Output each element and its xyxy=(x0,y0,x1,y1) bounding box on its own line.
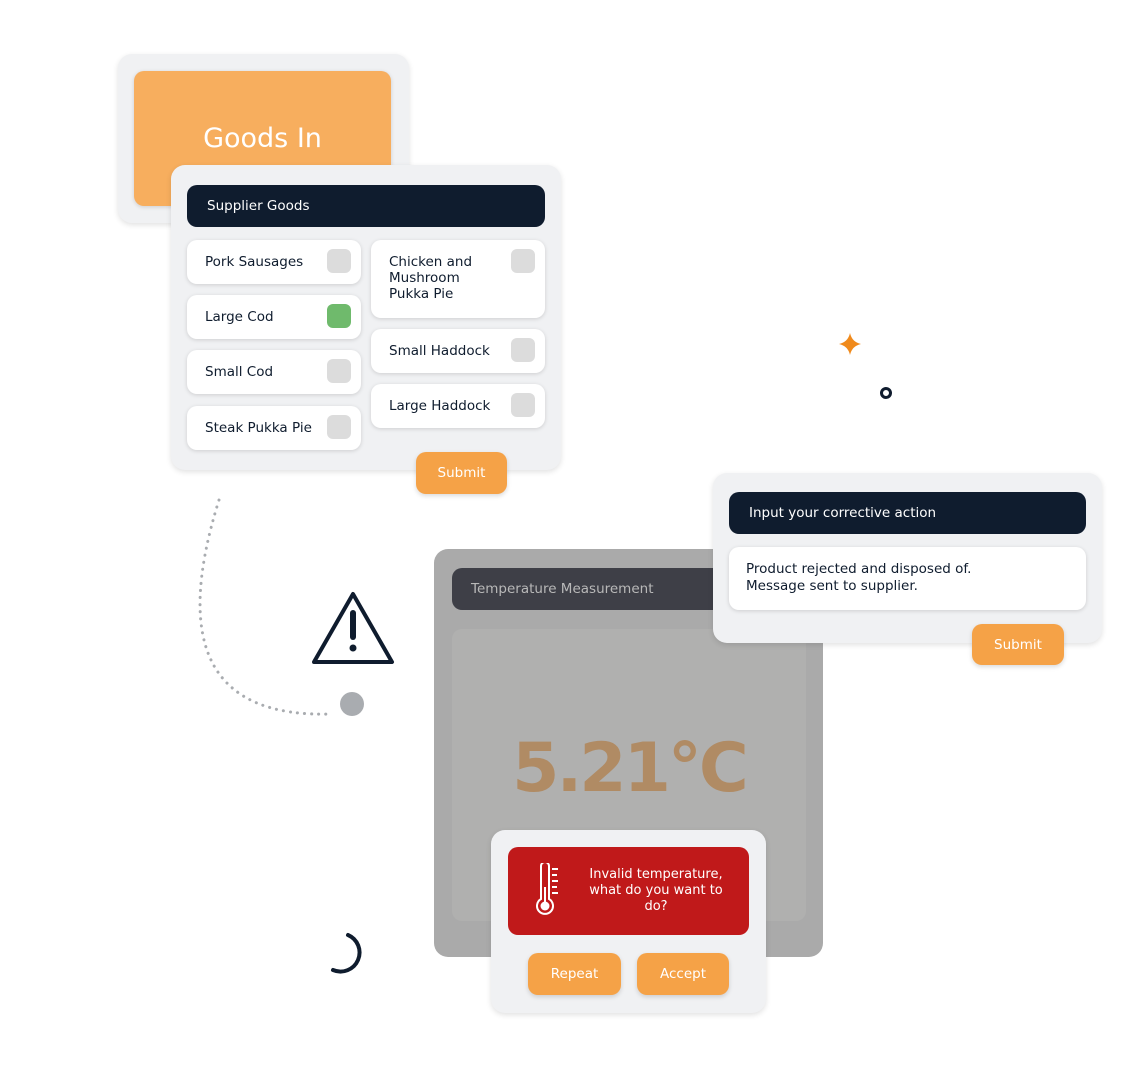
checkbox[interactable] xyxy=(511,393,535,417)
temperature-value: 5.21°C xyxy=(512,729,749,808)
input-line: Product rejected and disposed of. xyxy=(746,561,972,577)
checkbox[interactable] xyxy=(327,415,351,439)
alert-banner: Invalid temperature, what do you want to… xyxy=(508,847,749,935)
invalid-temperature-dialog: Invalid temperature, what do you want to… xyxy=(491,830,766,1013)
alert-message: Invalid temperature, what do you want to… xyxy=(589,867,723,914)
input-line: Message sent to supplier. xyxy=(746,578,918,594)
item-label: Steak Pukka Pie xyxy=(205,420,312,436)
spinner-arc xyxy=(331,933,362,974)
checkbox-checked[interactable] xyxy=(327,304,351,328)
checkbox[interactable] xyxy=(511,249,535,273)
supplier-goods-card: Supplier Goods Pork Sausages Large Cod S… xyxy=(171,165,561,470)
item-small-cod[interactable]: Small Cod xyxy=(187,350,361,394)
item-large-haddock[interactable]: Large Haddock xyxy=(371,384,545,428)
sparkle-icon xyxy=(839,333,861,355)
warning-icon xyxy=(312,592,394,664)
ring-dot xyxy=(880,387,892,399)
checkbox[interactable] xyxy=(327,249,351,273)
item-steak-pukka-pie[interactable]: Steak Pukka Pie xyxy=(187,406,361,450)
thermometer-icon xyxy=(536,863,558,915)
item-large-cod[interactable]: Large Cod xyxy=(187,295,361,339)
item-small-haddock[interactable]: Small Haddock xyxy=(371,329,545,373)
item-label: Large Haddock xyxy=(389,398,491,414)
accept-button[interactable]: Accept xyxy=(637,953,729,995)
checkbox[interactable] xyxy=(327,359,351,383)
item-label: Pork Sausages xyxy=(205,254,304,270)
corrective-action-header: Input your corrective action xyxy=(729,492,1086,534)
corrective-action-input[interactable]: Product rejected and disposed of. Messag… xyxy=(729,547,1086,610)
corrective-action-card: Input your corrective action Product rej… xyxy=(713,473,1102,643)
checkbox[interactable] xyxy=(511,338,535,362)
corrective-submit-button[interactable]: Submit xyxy=(972,624,1064,665)
item-label: Large Cod xyxy=(205,309,274,325)
repeat-button[interactable]: Repeat xyxy=(528,953,621,995)
temperature-header: Temperature Measurement xyxy=(452,568,752,610)
supplier-goods-header: Supplier Goods xyxy=(187,185,545,227)
goods-in-title: Goods In xyxy=(203,123,322,154)
item-label: Chicken and Mushroom Pukka Pie xyxy=(389,254,473,302)
dotted-arc xyxy=(198,498,334,716)
item-pork-sausages[interactable]: Pork Sausages xyxy=(187,240,361,284)
item-label: Small Haddock xyxy=(389,343,490,359)
item-chicken-mushroom-pie[interactable]: Chicken and Mushroom Pukka Pie xyxy=(371,240,545,318)
item-label: Small Cod xyxy=(205,364,274,380)
progress-dot xyxy=(340,692,364,716)
supplier-submit-button[interactable]: Submit xyxy=(416,452,507,494)
